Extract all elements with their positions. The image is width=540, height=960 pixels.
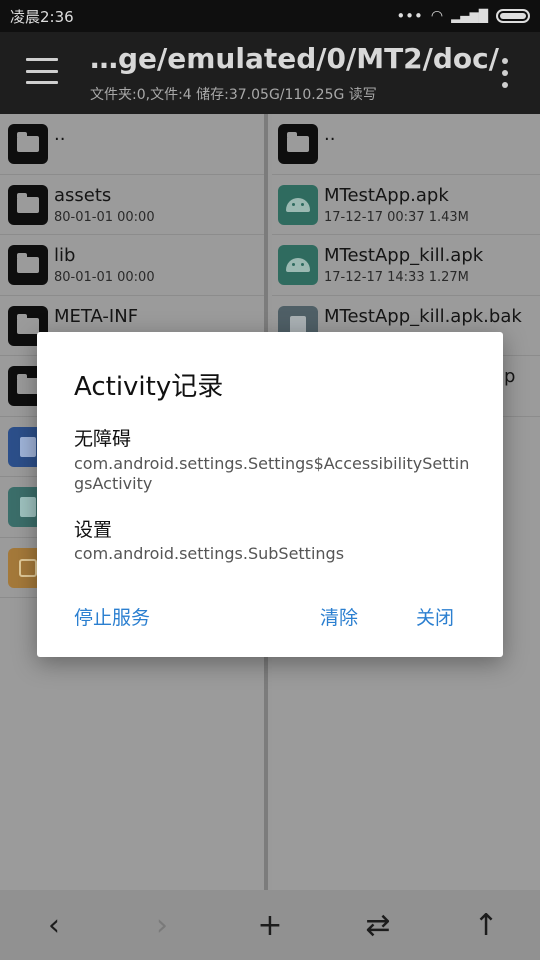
file-name: .. [54,124,66,145]
back-icon[interactable]: ‹ [24,908,84,943]
swap-panes-icon[interactable]: ⇄ [348,908,408,943]
entry-label: 设置 [74,519,113,541]
folder-icon [8,245,48,285]
file-meta: 17-12-17 00:37 1.43M [324,209,469,225]
file-row-parent[interactable]: .. [272,114,540,175]
file-row-mtestapp-apk[interactable]: MTestApp.apk 17-12-17 00:37 1.43M [272,175,540,235]
file-name: assets [54,184,112,206]
file-name: p [504,366,516,387]
clear-button[interactable]: 清除 [320,603,358,630]
file-name: lib [54,245,76,266]
stop-service-button[interactable]: 停止服务 [74,603,150,630]
file-meta: 80-01-01 00:00 [54,270,155,285]
file-name: META-INF [54,305,139,327]
signal-icon: ▂▄▆█ [451,9,488,23]
entry-value: com.android.settings.Settings$Accessibil… [74,454,470,493]
file-row-assets[interactable]: assets 80-01-01 00:00 [0,175,264,235]
file-name: MTestApp.apk [324,184,449,206]
status-icons: ••• ◠ ▂▄▆█ [396,7,530,25]
file-name: MTestApp_kill.apk.bak [324,305,522,327]
forward-icon[interactable]: › [132,908,192,943]
close-button[interactable]: 关闭 [416,603,454,630]
more-options-icon[interactable] [500,58,510,88]
status-time: 凌晨2:36 [10,7,74,26]
android-icon [278,184,318,225]
dialog-title: Activity记录 [74,372,224,402]
battery-icon [496,9,530,23]
path-info: 文件夹:0,文件:4 储存:37.05G/110.25G 读写 [90,87,377,103]
activity-log-dialog: Activity记录 无障碍 com.android.settings.Sett… [37,332,503,657]
wifi-icon: ◠ [430,8,444,24]
file-name: .. [324,124,336,145]
app-bar: …ge/emulated/0/MT2/doc/ 文件夹:0,文件:4 储存:37… [0,32,540,114]
file-meta: 17-12-17 14:33 1.27M [324,270,469,285]
folder-icon [8,124,48,164]
current-path: …ge/emulated/0/MT2/doc/ [90,42,499,75]
file-row-lib[interactable]: lib 80-01-01 00:00 [0,235,264,296]
up-directory-icon[interactable]: ↑ [456,908,516,943]
notification-dots-icon: ••• [396,7,423,25]
file-name: MTestApp_kill.apk [324,245,484,266]
entry-label: 无障碍 [74,428,132,450]
file-row-parent[interactable]: .. [0,114,264,175]
folder-icon [278,124,318,164]
android-icon [278,245,318,285]
file-row-mtestapp-kill-apk[interactable]: MTestApp_kill.apk 17-12-17 14:33 1.27M [272,235,540,296]
file-meta: 80-01-01 00:00 [54,209,155,225]
add-icon[interactable]: + [240,908,300,943]
folder-icon [8,184,48,225]
entry-value: com.android.settings.SubSettings [74,544,345,563]
status-bar: 凌晨2:36 ••• ◠ ▂▄▆█ [0,0,540,32]
bottom-toolbar: ‹ › + ⇄ ↑ [0,890,540,960]
menu-icon[interactable] [26,58,58,84]
